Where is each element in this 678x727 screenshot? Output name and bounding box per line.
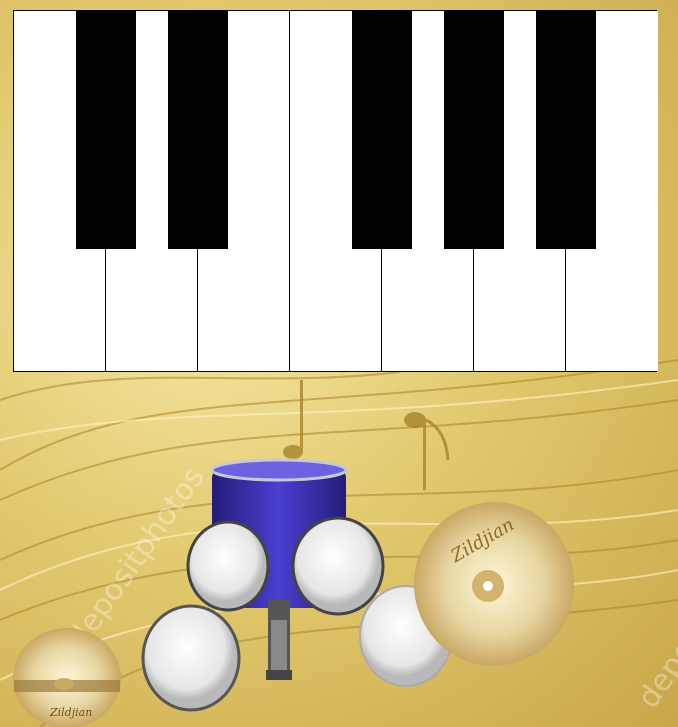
piano-keyboard — [13, 10, 658, 372]
black-key-g-sharp[interactable] — [444, 11, 504, 249]
tom-right[interactable] — [291, 516, 385, 616]
black-key-a-sharp[interactable] — [536, 11, 596, 249]
drum-kit — [13, 458, 574, 727]
black-key-d-sharp[interactable] — [168, 11, 228, 249]
black-key-c-sharp[interactable] — [76, 11, 136, 249]
tom-left[interactable] — [186, 520, 270, 612]
floor-tom[interactable] — [141, 604, 241, 712]
black-key-f-sharp[interactable] — [352, 11, 412, 249]
hihat-cymbal-brand-label: Zildjian — [50, 706, 93, 719]
